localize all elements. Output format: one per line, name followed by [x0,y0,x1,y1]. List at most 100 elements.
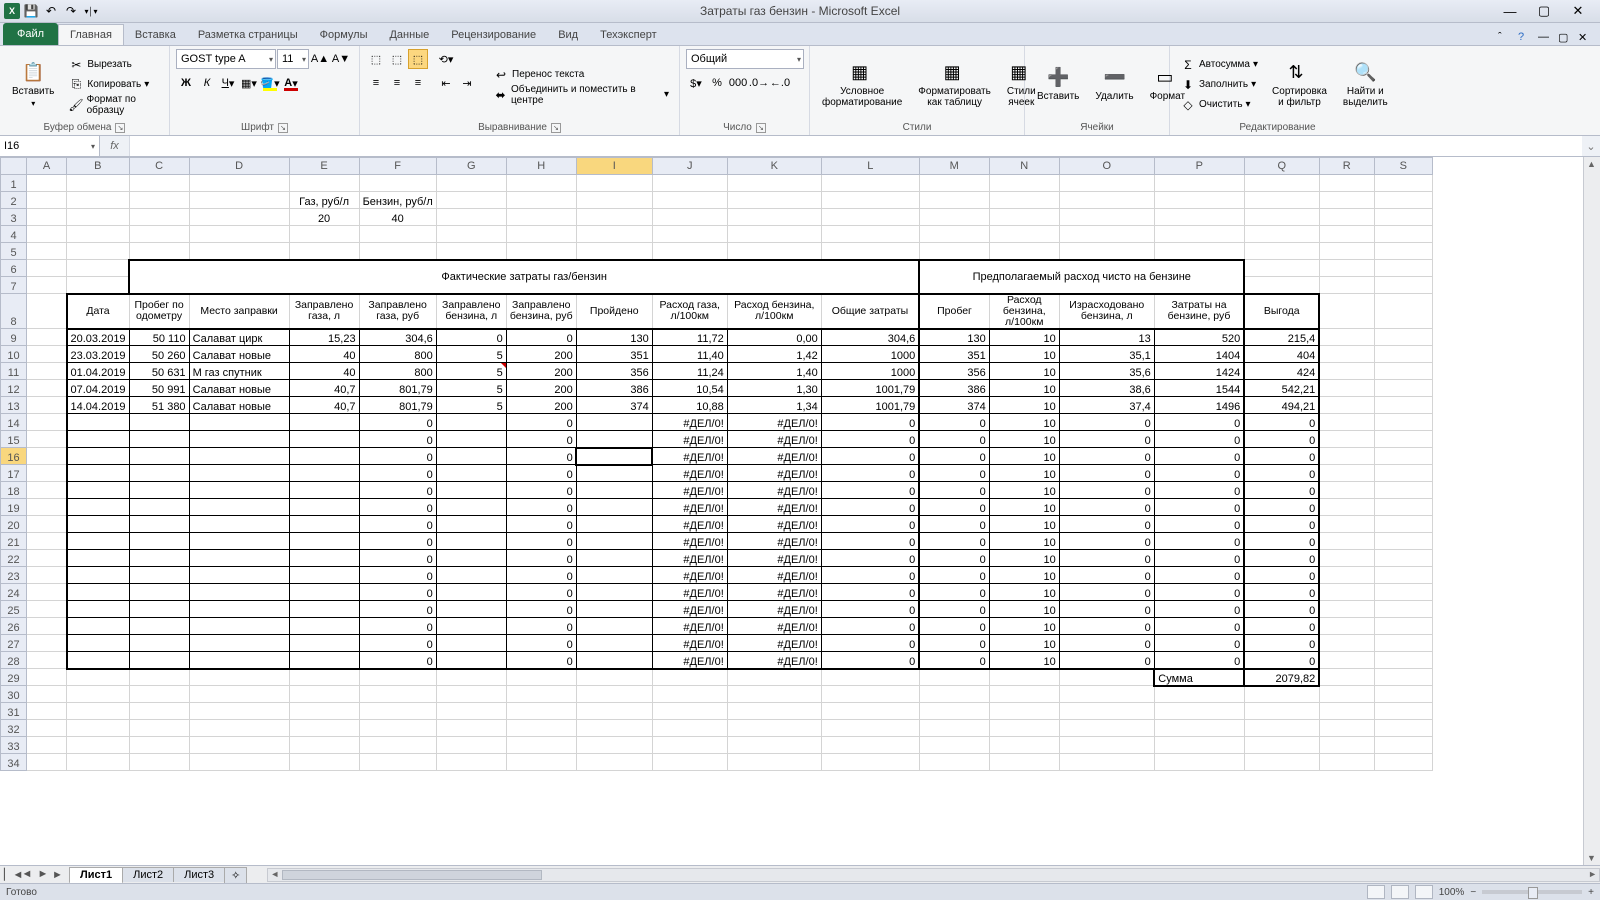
cell-A2[interactable] [27,192,67,209]
cell-D5[interactable] [189,243,289,260]
cell-Q4[interactable] [1244,226,1319,243]
qa-undo[interactable]: ↶ [42,2,60,20]
cell-D20[interactable] [189,516,289,533]
col-header-A[interactable]: A [27,158,67,175]
cell-F4[interactable] [359,226,436,243]
cell-G20[interactable] [436,516,506,533]
cell-A21[interactable] [27,533,67,550]
cell-G17[interactable] [436,465,506,482]
cell-M30[interactable] [919,686,989,703]
cell-D24[interactable] [189,584,289,601]
cell-O9[interactable]: 13 [1059,329,1154,346]
cell-G12[interactable]: 5 [436,380,506,397]
expand-formula-bar[interactable]: ⌄ [1582,136,1600,156]
cell-S31[interactable] [1374,703,1432,720]
row-header-31[interactable]: 31 [1,703,27,720]
cell-Q14[interactable]: 0 [1244,414,1319,431]
cell-R32[interactable] [1319,720,1374,737]
cell-C18[interactable] [129,482,189,499]
cell-O13[interactable]: 37,4 [1059,397,1154,414]
cell-S6[interactable] [1374,260,1432,277]
cell-F31[interactable] [359,703,436,720]
cell-P20[interactable]: 0 [1154,516,1244,533]
row-header-28[interactable]: 28 [1,652,27,669]
cell-Q15[interactable]: 0 [1244,431,1319,448]
cell-C11[interactable]: 50 631 [129,363,189,380]
format-painter-button[interactable]: 🖌Формат по образцу [64,96,163,114]
cell-C23[interactable] [129,567,189,584]
cell-K18[interactable]: #ДЕЛ/0! [727,482,821,499]
cell-B9[interactable]: 20.03.2019 [67,329,130,346]
cell-S4[interactable] [1374,226,1432,243]
cell-K27[interactable]: #ДЕЛ/0! [727,635,821,652]
cell-L28[interactable]: 0 [821,652,919,669]
cell-Q30[interactable] [1244,686,1319,703]
cell-N18[interactable]: 10 [989,482,1059,499]
cell-I24[interactable] [576,584,652,601]
cell-S22[interactable] [1374,550,1432,567]
cell-I25[interactable] [576,601,652,618]
cell-L10[interactable]: 1000 [821,346,919,363]
cell-A29[interactable] [27,669,67,686]
cell-E11[interactable]: 40 [289,363,359,380]
cell-J14[interactable]: #ДЕЛ/0! [652,414,727,431]
cell-C19[interactable] [129,499,189,516]
cell-M23[interactable]: 0 [919,567,989,584]
cell-P24[interactable]: 0 [1154,584,1244,601]
cell-A1[interactable] [27,175,67,192]
cell-B4[interactable] [67,226,130,243]
cell-A16[interactable] [27,448,67,465]
cell-L29[interactable] [821,669,919,686]
cell-I31[interactable] [576,703,652,720]
cell-B21[interactable] [67,533,130,550]
row-header-26[interactable]: 26 [1,618,27,635]
cell-P11[interactable]: 1424 [1154,363,1244,380]
cell-J23[interactable]: #ДЕЛ/0! [652,567,727,584]
cell-D29[interactable] [189,669,289,686]
cell-O24[interactable]: 0 [1059,584,1154,601]
conditional-format-button[interactable]: ▦Условное форматирование [816,49,908,120]
find-select-button[interactable]: 🔍Найти и выделить [1337,49,1394,120]
cell-N5[interactable] [989,243,1059,260]
cell-F11[interactable]: 800 [359,363,436,380]
cell-C30[interactable] [129,686,189,703]
cell-C8[interactable]: Пробег по одометру [129,294,189,329]
cell-O14[interactable]: 0 [1059,414,1154,431]
cell-L32[interactable] [821,720,919,737]
cell-P2[interactable] [1154,192,1244,209]
qa-custom[interactable]: ▾│▾ [82,2,100,20]
cell-R21[interactable] [1319,533,1374,550]
row-header-32[interactable]: 32 [1,720,27,737]
cell-F10[interactable]: 800 [359,346,436,363]
cell-J10[interactable]: 11,40 [652,346,727,363]
cell-H32[interactable] [506,720,576,737]
cell-C31[interactable] [129,703,189,720]
col-header-L[interactable]: L [821,158,919,175]
cell-P3[interactable] [1154,209,1244,226]
cell-R8[interactable] [1319,294,1374,329]
cell-M26[interactable]: 0 [919,618,989,635]
cell-J11[interactable]: 11,24 [652,363,727,380]
cell-M8[interactable]: Пробег [919,294,989,329]
cell-P13[interactable]: 1496 [1154,397,1244,414]
cell-S16[interactable] [1374,448,1432,465]
cell-B31[interactable] [67,703,130,720]
cell-R28[interactable] [1319,652,1374,669]
tab-insert[interactable]: Вставка [124,24,187,45]
cell-M6[interactable]: Предполагаемый расход чисто на бензине [919,260,1244,294]
inc-decimal-button[interactable]: .0→ [749,73,769,93]
cell-P34[interactable] [1154,754,1244,771]
increase-font-button[interactable]: A▲ [310,49,330,69]
col-header-E[interactable]: E [289,158,359,175]
cell-D9[interactable]: Салават цирк [189,329,289,346]
cell-F29[interactable] [359,669,436,686]
orientation-button[interactable]: ⟲▾ [436,49,456,69]
cell-C25[interactable] [129,601,189,618]
dec-decimal-button[interactable]: ←.0 [770,73,790,93]
cell-I2[interactable] [576,192,652,209]
cell-N33[interactable] [989,737,1059,754]
cell-G19[interactable] [436,499,506,516]
cell-P28[interactable]: 0 [1154,652,1244,669]
cell-R18[interactable] [1319,482,1374,499]
cell-R33[interactable] [1319,737,1374,754]
